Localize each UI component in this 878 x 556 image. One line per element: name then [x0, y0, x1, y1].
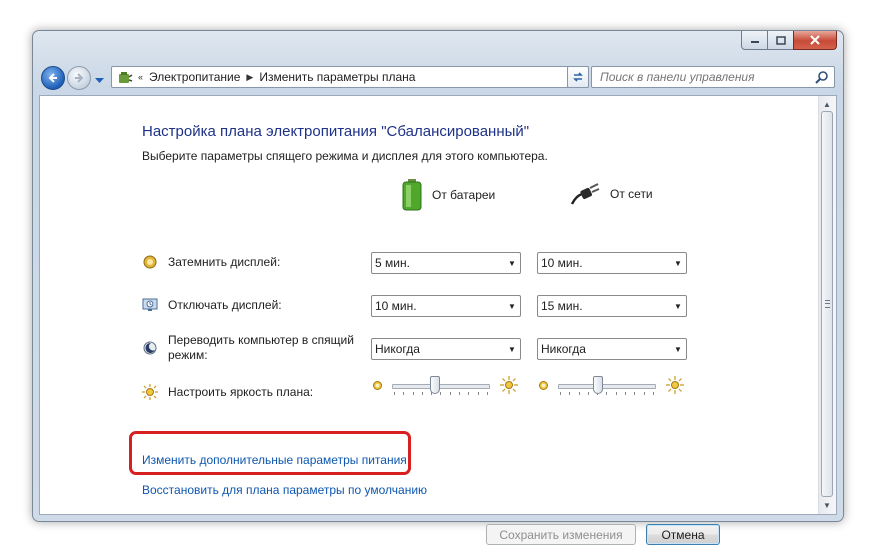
dim-display-plugged-value: 10 мин.	[541, 256, 583, 270]
chevron-down-icon: ▼	[508, 301, 516, 311]
chevron-down-icon: ▼	[674, 301, 682, 311]
display-off-plugged-value: 15 мин.	[541, 299, 583, 313]
save-changes-button[interactable]: Сохранить изменения	[486, 524, 636, 545]
search-box[interactable]	[591, 66, 835, 88]
dim-display-plugged-select[interactable]: 10 мин. ▼	[537, 252, 687, 274]
battery-column-label: От батареи	[432, 188, 496, 202]
navigation-bar: « Электропитание ▶ Изменить параметры пл…	[39, 63, 839, 93]
refresh-button[interactable]	[567, 66, 589, 88]
column-header-battery: От батареи	[402, 179, 495, 211]
minimize-button[interactable]	[741, 31, 767, 50]
search-input[interactable]	[598, 69, 812, 85]
close-icon	[810, 35, 820, 45]
sleep-label: Переводить компьютер в спящий режим:	[168, 333, 354, 363]
scrollbar-thumb[interactable]	[821, 111, 833, 497]
breadcrumb-separator-icon[interactable]: ▶	[246, 72, 253, 83]
plugged-column-label: От сети	[610, 187, 653, 201]
slider-track[interactable]	[392, 384, 490, 389]
sleep-label-line1: Переводить компьютер в спящий	[168, 333, 354, 347]
dim-sun-icon	[538, 380, 549, 394]
brightness-row-label: Настроить яркость плана:	[142, 384, 313, 400]
back-button[interactable]	[41, 66, 65, 90]
breadcrumb: « Электропитание ▶ Изменить параметры пл…	[134, 70, 415, 84]
display-off-battery-select[interactable]: 10 мин. ▼	[371, 295, 521, 317]
sleep-label-line2: режим:	[168, 348, 208, 362]
chevron-down-icon	[95, 78, 104, 83]
chevron-down-icon: ▼	[674, 258, 682, 268]
restore-defaults-link[interactable]: Восстановить для плана параметры по умол…	[142, 483, 427, 497]
battery-icon	[402, 179, 422, 211]
dim-display-icon	[142, 254, 158, 270]
brightness-battery-slider[interactable]	[372, 376, 522, 396]
bright-sun-icon	[666, 376, 684, 397]
display-off-row-label: Отключать дисплей:	[142, 297, 282, 313]
address-bar[interactable]: « Электропитание ▶ Изменить параметры пл…	[111, 66, 589, 88]
caption-buttons	[741, 31, 837, 51]
recent-pages-dropdown[interactable]	[95, 73, 104, 87]
display-off-icon	[142, 297, 158, 313]
brightness-icon	[142, 384, 158, 400]
slider-thumb[interactable]	[593, 376, 604, 394]
content-pane: Настройка плана электропитания "Сбаланси…	[39, 95, 837, 545]
sleep-battery-value: Никогда	[375, 342, 420, 356]
control-panel-window: « Электропитание ▶ Изменить параметры пл…	[32, 30, 844, 545]
sleep-plugged-select[interactable]: Никогда ▼	[537, 338, 687, 360]
dim-display-battery-select[interactable]: 5 мин. ▼	[371, 252, 521, 274]
display-off-plugged-select[interactable]: 15 мин. ▼	[537, 295, 687, 317]
sleep-row-label: Переводить компьютер в спящий режим:	[142, 333, 354, 363]
slider-ticks	[560, 392, 654, 396]
page-subtitle: Выберите параметры спящего режима и дисп…	[142, 149, 548, 163]
sleep-plugged-value: Никогда	[541, 342, 586, 356]
maximize-button[interactable]	[767, 31, 793, 50]
close-button[interactable]	[793, 31, 837, 50]
refresh-icon	[573, 72, 583, 82]
display-off-battery-value: 10 мин.	[375, 299, 417, 313]
vertical-scrollbar[interactable]: ▲ ▼	[818, 96, 836, 514]
sleep-battery-select[interactable]: Никогда ▼	[371, 338, 521, 360]
sleep-icon	[142, 340, 158, 356]
brightness-plugged-slider[interactable]	[538, 376, 688, 396]
dim-sun-icon	[372, 380, 383, 394]
slider-thumb[interactable]	[430, 376, 441, 394]
chevron-down-icon: ▼	[674, 344, 682, 354]
breadcrumb-item-edit-plan[interactable]: Изменить параметры плана	[259, 70, 415, 84]
dim-display-battery-value: 5 мин.	[375, 256, 410, 270]
brightness-label: Настроить яркость плана:	[168, 385, 314, 399]
display-off-label: Отключать дисплей:	[168, 298, 282, 312]
dim-display-label: Затемнить дисплей:	[168, 255, 281, 269]
advanced-settings-link[interactable]: Изменить дополнительные параметры питани…	[142, 453, 407, 467]
breadcrumb-item-power[interactable]: Электропитание	[149, 70, 240, 84]
scrollbar-grip-icon	[825, 300, 830, 308]
arrow-left-icon	[48, 73, 57, 83]
bright-sun-icon	[500, 376, 518, 397]
slider-track[interactable]	[558, 384, 656, 389]
page-title: Настройка плана электропитания "Сбаланси…	[142, 123, 530, 140]
search-icon[interactable]	[815, 71, 828, 87]
scroll-up-icon[interactable]: ▲	[823, 100, 831, 109]
cancel-button[interactable]: Отмена	[646, 524, 720, 545]
forward-button[interactable]	[67, 66, 91, 90]
chevron-down-icon: ▼	[508, 344, 516, 354]
arrow-right-icon	[75, 73, 84, 83]
chevron-down-icon: ▼	[508, 258, 516, 268]
breadcrumb-overflow-icon: «	[138, 72, 144, 82]
scroll-down-icon[interactable]: ▼	[823, 501, 831, 510]
dim-display-row-label: Затемнить дисплей:	[142, 254, 280, 270]
slider-ticks	[394, 392, 488, 396]
power-plug-icon	[570, 183, 600, 205]
power-options-icon	[116, 68, 134, 86]
column-header-plugged: От сети	[570, 182, 653, 206]
